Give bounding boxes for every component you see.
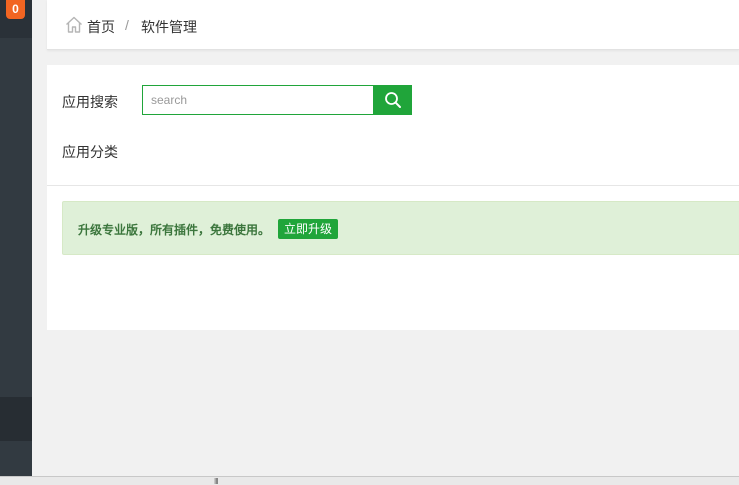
divider xyxy=(47,185,739,186)
notification-badge[interactable]: 0 xyxy=(6,0,25,19)
upgrade-alert-text: 升级专业版，所有插件，免费使用。 xyxy=(78,223,271,237)
breadcrumb-home-link[interactable]: 首页 xyxy=(87,17,115,37)
search-input[interactable] xyxy=(142,85,374,115)
scrollbar-grip-icon[interactable]: III xyxy=(214,478,219,485)
upgrade-alert: 升级专业版，所有插件，免费使用。 立即升级 xyxy=(62,201,739,255)
breadcrumb-current: 软件管理 xyxy=(141,19,197,35)
sidebar: 0 xyxy=(0,0,32,476)
home-icon[interactable] xyxy=(65,16,83,33)
software-panel: 应用搜索 应用分类 升级专业版，所有插件，免费使用。 立即升级 xyxy=(47,65,739,330)
search-label: 应用搜索 xyxy=(62,94,118,110)
breadcrumb: 首页 / 软件管理 xyxy=(47,0,739,50)
sidebar-item-active[interactable] xyxy=(0,397,32,441)
upgrade-now-button[interactable]: 立即升级 xyxy=(278,219,339,239)
horizontal-scrollbar[interactable]: III xyxy=(0,476,739,485)
search-button[interactable] xyxy=(373,85,412,115)
category-label: 应用分类 xyxy=(62,144,118,160)
breadcrumb-separator: / xyxy=(125,17,129,33)
search-icon xyxy=(384,91,402,109)
